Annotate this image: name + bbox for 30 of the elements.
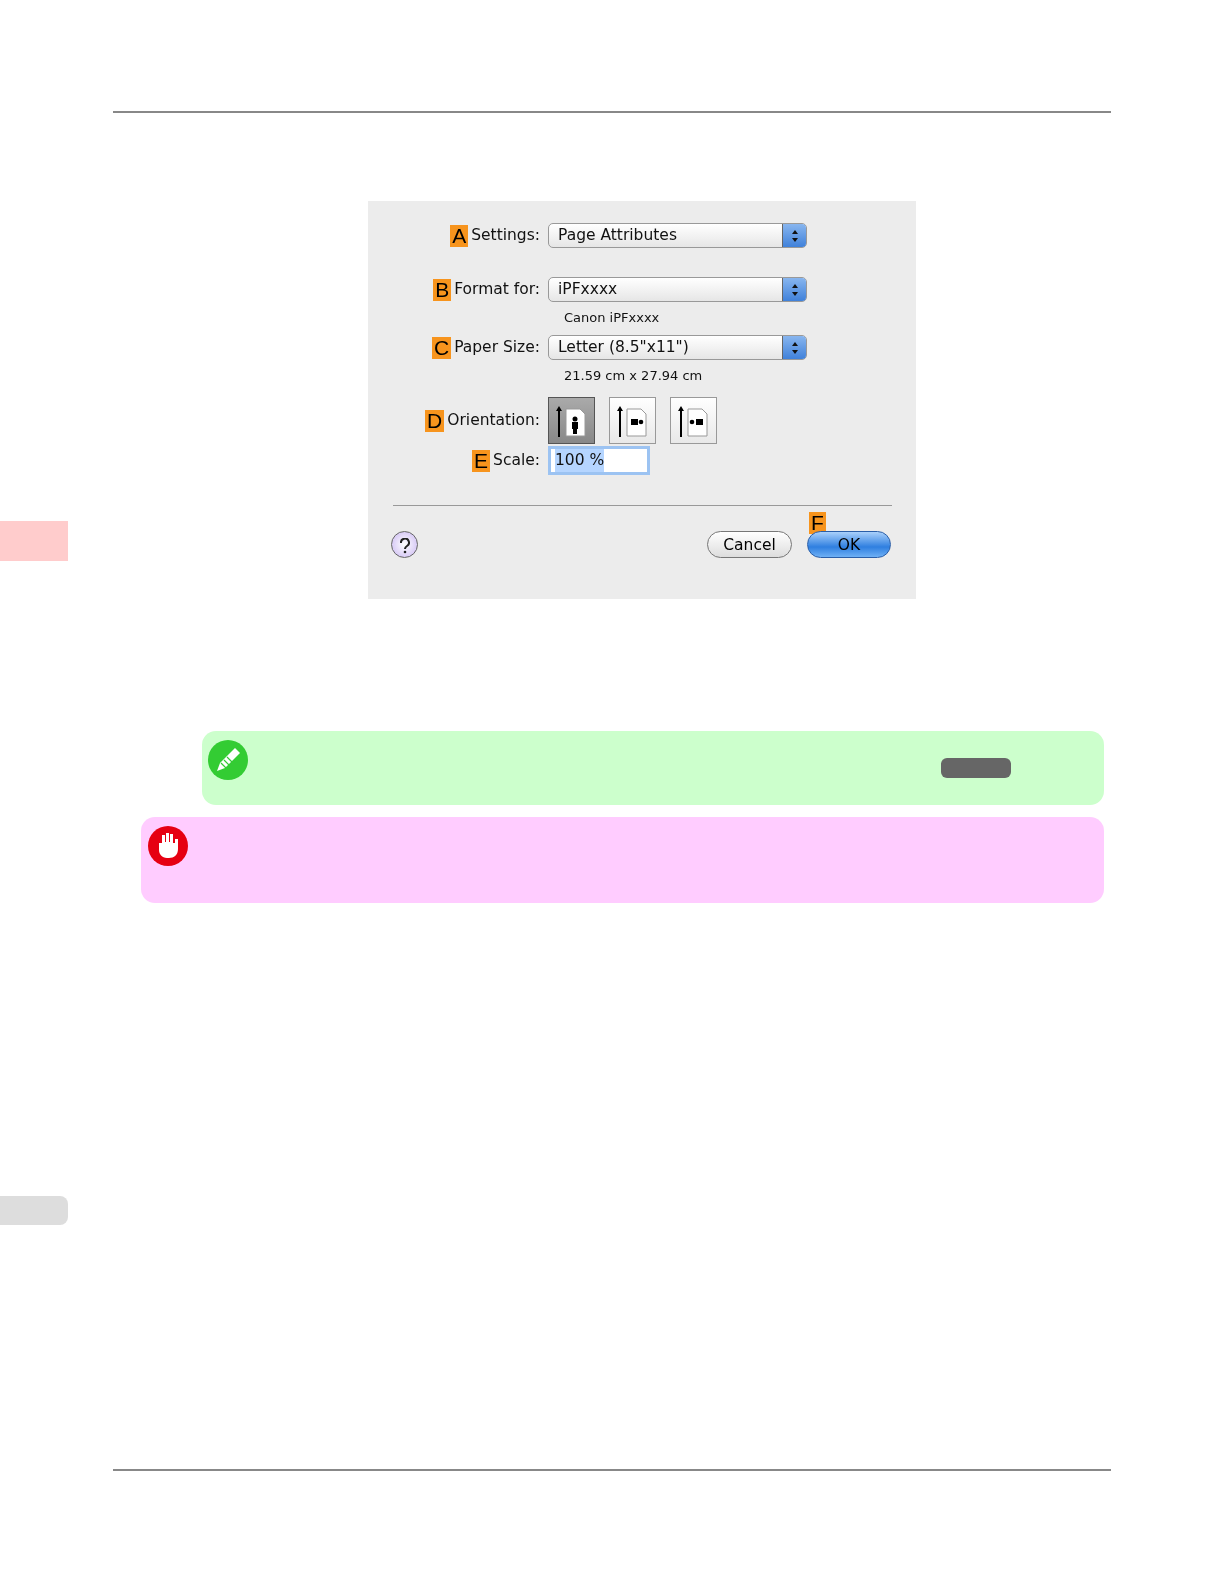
help-icon — [399, 537, 410, 554]
scale-field[interactable]: 100 % — [548, 446, 650, 475]
pencil-icon — [207, 739, 249, 781]
callout-letter: E — [472, 449, 491, 472]
info-text: 21.59 cm x 27.94 cm — [564, 367, 704, 385]
field-label: Orientation: — [447, 409, 540, 431]
popup-menu[interactable]: Letter (8.5"x11") — [548, 335, 807, 360]
stepper-arrows-icon — [790, 282, 799, 297]
cancel-button[interactable]: Cancel — [707, 531, 792, 558]
field-label: Settings: — [471, 224, 540, 246]
info-text: Canon iPFxxxx — [564, 309, 661, 327]
callout-letter: A — [450, 224, 469, 247]
tag-bar — [941, 758, 1011, 778]
orientation-button[interactable] — [670, 397, 717, 444]
callout-letter: D — [425, 409, 445, 432]
callout-letter: F — [809, 512, 826, 534]
ok-button[interactable]: OK — [807, 531, 891, 558]
popup-menu[interactable]: iPFxxxx — [548, 277, 807, 302]
stepper-arrows-icon — [790, 340, 799, 355]
field-label: Format for: — [454, 278, 540, 300]
orientation-button[interactable] — [548, 397, 595, 444]
help-button[interactable] — [391, 531, 418, 558]
orientation-button[interactable] — [609, 397, 656, 444]
field-label: Scale: — [493, 449, 540, 471]
hand-icon — [147, 825, 189, 867]
popup-menu[interactable]: Page Attributes — [548, 223, 807, 248]
field-label: Paper Size: — [454, 336, 540, 358]
callout-letter: C — [431, 336, 452, 359]
callout-letter: B — [433, 278, 452, 301]
stepper-arrows-icon — [790, 228, 799, 243]
